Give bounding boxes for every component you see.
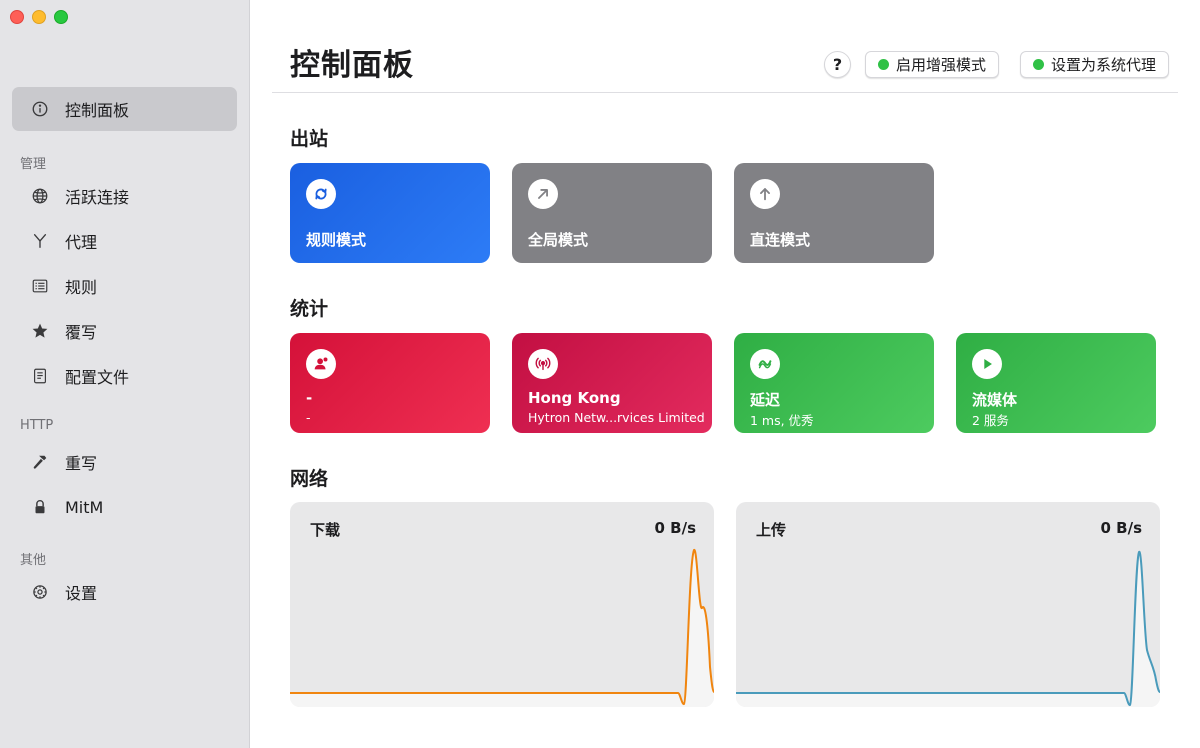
arrow-up-icon [750,179,780,209]
outbound-section-title: 出站 [290,128,329,150]
sidebar-item-label: 代理 [65,233,98,252]
sidebar-item-label: 设置 [65,584,98,603]
rule-mode-label: 规则模式 [306,231,367,249]
download-graph-card: 下载 0 B/s [290,502,714,707]
enhanced-mode-button[interactable]: 启用增强模式 [865,51,1000,78]
help-button[interactable]: ? [824,51,851,78]
document-icon [30,366,50,386]
stat-card-streaming[interactable]: 流媒体 2 服务 [956,333,1156,433]
system-proxy-label: 设置为系统代理 [1051,56,1157,74]
sidebar-item-rewrite[interactable]: 重写 [12,440,237,484]
sidebar-item-label: 控制面板 [65,101,130,120]
global-mode-card[interactable]: 全局模式 [512,163,712,263]
main-content: 控制面板 ? 启用增强模式 设置为系统代理 出站 规则模式 全局模式 直连模式 … [250,0,1200,748]
stat-subtitle: 1 ms, 优秀 [750,413,814,428]
arrow-up-right-icon [528,179,558,209]
sidebar-item-settings[interactable]: 设置 [12,570,237,614]
direct-mode-label: 直连模式 [750,231,811,249]
sidebar-item-profiles[interactable]: 配置文件 [12,354,237,398]
stat-title: 流媒体 [972,391,1018,409]
sidebar-item-override[interactable]: 覆写 [12,309,237,353]
download-graph [290,548,714,707]
upload-line [736,550,1160,707]
app-window: 控制面板 管理 活跃连接 代理 规则 覆写 配置文件 HTTP 重写 MitM … [0,0,1200,748]
stat-title: Hong Kong [528,389,621,407]
sidebar-item-label: 重写 [65,454,98,473]
status-dot [878,59,889,70]
list-icon [30,276,50,296]
window-controls [10,10,68,24]
download-line [290,548,714,706]
globe-icon [30,186,50,206]
enhanced-mode-label: 启用增强模式 [896,56,987,74]
sidebar-item-dashboard[interactable]: 控制面板 [12,87,237,131]
minimize-window-button[interactable] [32,10,46,24]
user-alert-icon [306,349,336,379]
stat-title: 延迟 [750,391,781,409]
upload-graph-card: 上传 0 B/s [736,502,1160,707]
status-dot [1033,59,1044,70]
sidebar-item-rules[interactable]: 规则 [12,264,237,308]
branch-icon [30,231,50,251]
sidebar: 控制面板 管理 活跃连接 代理 规则 覆写 配置文件 HTTP 重写 MitM … [0,0,250,748]
rule-mode-card[interactable]: 规则模式 [290,163,490,263]
sidebar-item-connections[interactable]: 活跃连接 [12,174,237,218]
global-mode-label: 全局模式 [528,231,589,249]
rule-mode-icon [306,179,336,209]
zoom-window-button[interactable] [54,10,68,24]
star-icon [30,321,50,341]
header-divider [272,92,1178,93]
sidebar-item-label: MitM [65,497,104,517]
stat-title: - [306,389,313,407]
sidebar-item-label: 覆写 [65,323,98,342]
info-circle-icon [30,99,50,119]
network-section-title: 网络 [290,468,329,490]
gear-icon [30,582,50,602]
download-area [290,549,714,707]
upload-area [736,551,1160,707]
system-proxy-button[interactable]: 设置为系统代理 [1020,51,1170,78]
stat-card-user[interactable]: - - [290,333,490,433]
stat-subtitle: 2 服务 [972,413,1009,428]
antenna-icon [528,349,558,379]
page-title: 控制面板 [290,48,414,83]
sidebar-item-proxy[interactable]: 代理 [12,219,237,263]
sidebar-item-label: 配置文件 [65,368,130,387]
sidebar-item-label: 规则 [65,278,98,297]
section-label-other: 其他 [20,553,47,568]
stat-subtitle: - [306,410,311,425]
close-window-button[interactable] [10,10,24,24]
sidebar-item-mitm[interactable]: MitM [12,485,237,529]
stat-card-location[interactable]: Hong Kong Hytron Netw...rvices Limited [512,333,712,433]
section-label-manage: 管理 [20,157,47,172]
section-label-http: HTTP [20,418,54,433]
play-icon [972,349,1002,379]
wave-icon [750,349,780,379]
lock-icon [30,497,50,517]
sidebar-item-label: 活跃连接 [65,188,130,207]
stat-subtitle: Hytron Netw...rvices Limited [528,410,705,425]
upload-graph [736,550,1160,707]
hammer-icon [30,452,50,472]
direct-mode-card[interactable]: 直连模式 [734,163,934,263]
stats-section-title: 统计 [290,298,329,320]
stat-card-latency[interactable]: 延迟 1 ms, 优秀 [734,333,934,433]
